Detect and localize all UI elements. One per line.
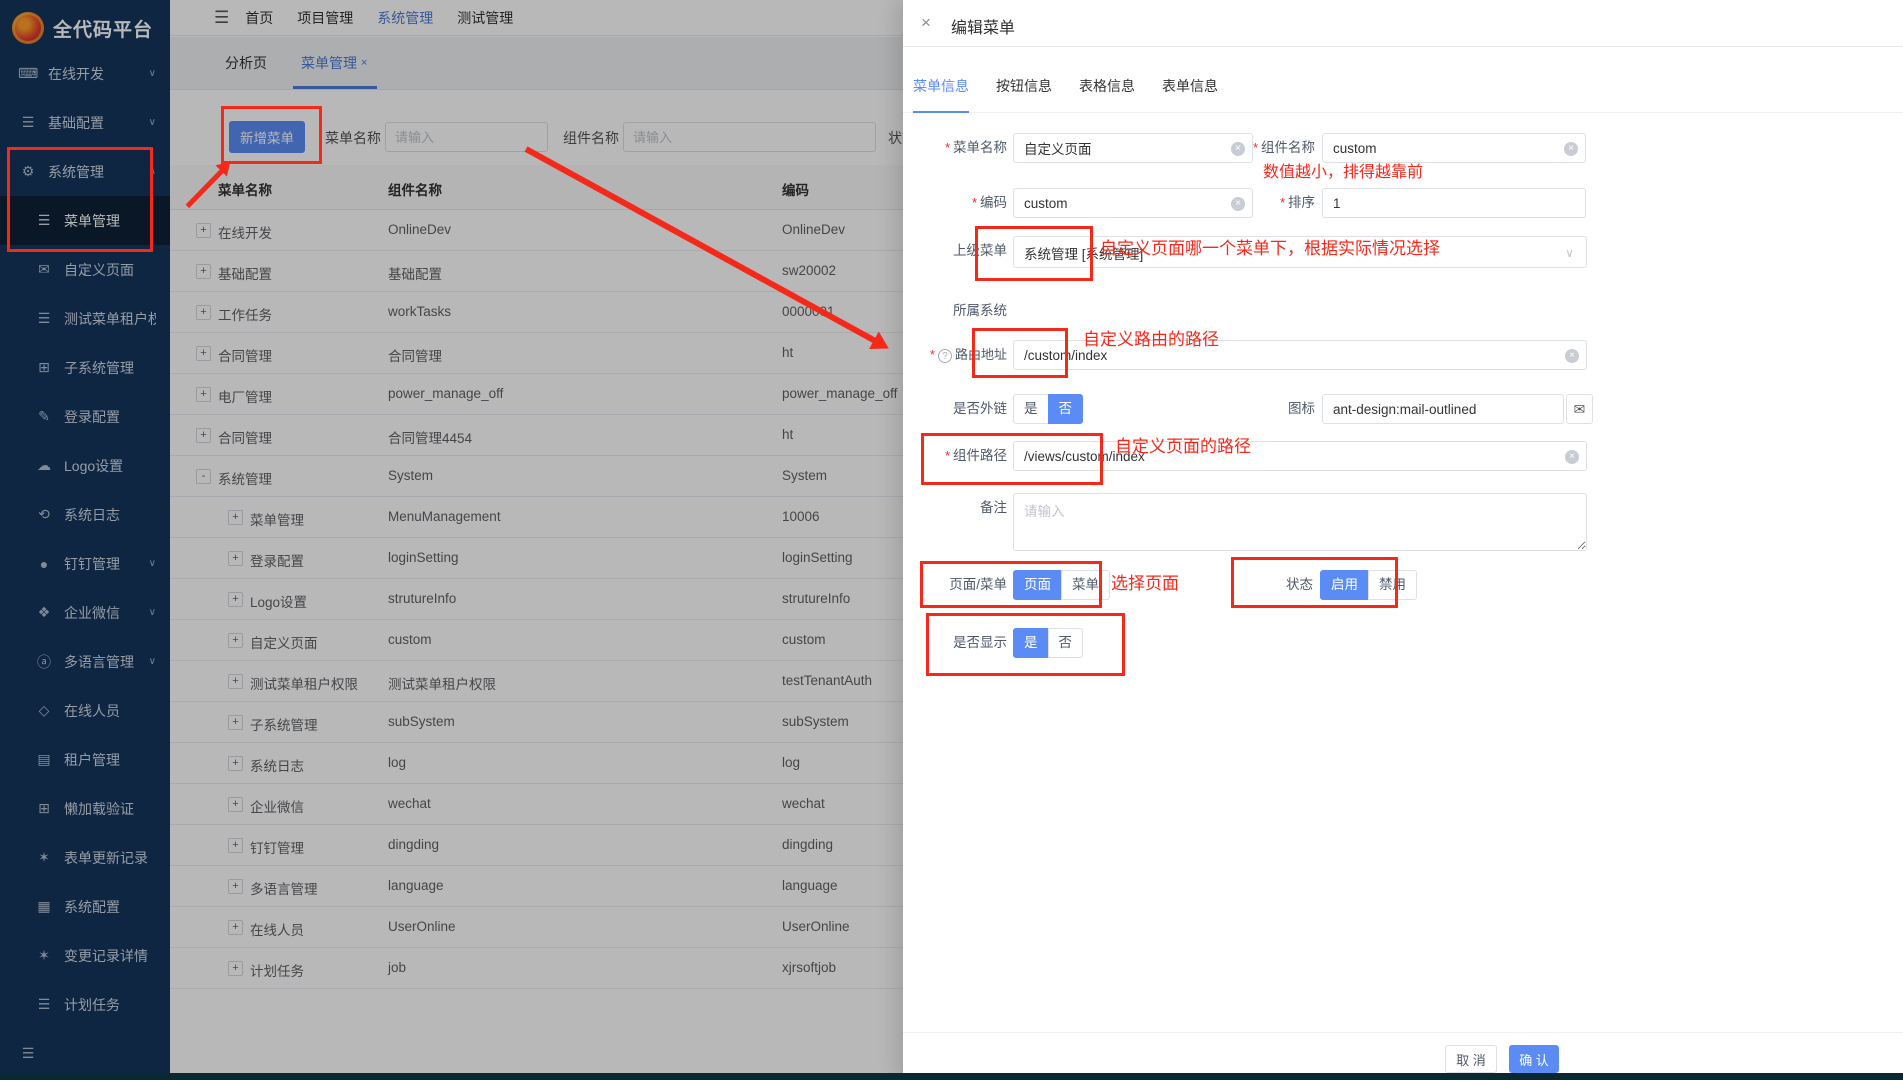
component-path-label: *组件路径 — [933, 441, 1007, 471]
segment-option[interactable]: 页面 — [1013, 570, 1062, 600]
cancel-button[interactable]: 取 消 — [1445, 1045, 1497, 1073]
drawer-tab[interactable]: 表单信息 — [1162, 60, 1218, 112]
code-label: *编码 — [933, 188, 1007, 218]
status-label: 状态 — [1253, 570, 1313, 600]
form-row: *组件路径 × — [933, 441, 1873, 473]
close-icon[interactable]: × — [921, 13, 931, 33]
page-menu-label: 页面/菜单 — [933, 570, 1007, 600]
segment-option[interactable]: 是 — [1013, 628, 1049, 658]
form-row: 是否外链 是否 图标 ✉ — [933, 394, 1873, 426]
drawer-header: × 编辑菜单 — [903, 0, 1903, 47]
form-row: 所属系统 — [933, 296, 1873, 328]
menu-name-input[interactable]: × — [1013, 133, 1253, 163]
parent-menu-label: 上级菜单 — [933, 236, 1007, 266]
visible-segmented: 是否 — [1013, 628, 1083, 658]
segment-option[interactable]: 否 — [1048, 628, 1084, 658]
drawer-tabs: 菜单信息按钮信息表格信息表单信息 — [903, 60, 1903, 113]
remark-textarea[interactable] — [1013, 493, 1587, 551]
route-input[interactable]: × — [1013, 340, 1587, 370]
form-row: 上级菜单 系统管理 [系统管理] ∨ — [933, 236, 1873, 268]
system-label: 所属系统 — [933, 296, 1007, 326]
component-name-input[interactable]: × — [1322, 133, 1586, 163]
mail-icon[interactable]: ✉ — [1566, 394, 1593, 424]
clear-icon[interactable]: × — [1564, 142, 1578, 156]
sort-label: *排序 — [1233, 188, 1315, 218]
segment-option[interactable]: 否 — [1048, 394, 1084, 424]
external-link-label: 是否外链 — [933, 394, 1007, 424]
route-label: *?路由地址 — [919, 340, 1007, 370]
status-segmented: 启用禁用 — [1320, 570, 1417, 600]
code-input[interactable]: × — [1013, 188, 1253, 218]
drawer-title: 编辑菜单 — [951, 14, 1015, 38]
icon-input[interactable] — [1322, 394, 1564, 424]
drawer-tab[interactable]: 表格信息 — [1079, 60, 1135, 112]
page-menu-segmented: 页面菜单 — [1013, 570, 1110, 600]
clear-icon[interactable]: × — [1565, 349, 1579, 363]
form-row: 备注 — [933, 493, 1873, 553]
visible-label: 是否显示 — [933, 628, 1007, 658]
chevron-down-icon: ∨ — [1565, 246, 1574, 260]
form-row: 是否显示 是否 — [933, 628, 1873, 660]
parent-menu-select[interactable]: 系统管理 [系统管理] ∨ — [1013, 236, 1587, 268]
form-row: *编码 × *排序 — [933, 188, 1873, 220]
help-icon: ? — [938, 349, 952, 363]
edit-menu-drawer: × 编辑菜单 菜单信息按钮信息表格信息表单信息 *菜单名称 × *组件名称 × … — [903, 0, 1903, 1080]
bottom-taskbar-strip — [0, 1073, 1903, 1080]
form-row: 页面/菜单 页面菜单 状态 启用禁用 — [933, 570, 1873, 602]
component-name-label: *组件名称 — [1233, 133, 1315, 163]
drawer-tab[interactable]: 菜单信息 — [913, 60, 969, 112]
remark-label: 备注 — [933, 493, 1007, 523]
parent-menu-value: 系统管理 [系统管理] — [1024, 243, 1143, 263]
segment-option[interactable]: 启用 — [1320, 570, 1369, 600]
form-row: *菜单名称 × *组件名称 × — [933, 133, 1873, 165]
drawer-mask[interactable] — [0, 0, 903, 1080]
segment-option[interactable]: 是 — [1013, 394, 1049, 424]
menu-name-label: *菜单名称 — [933, 133, 1007, 163]
sort-input[interactable] — [1322, 188, 1586, 218]
component-path-input[interactable]: × — [1013, 441, 1587, 471]
confirm-button[interactable]: 确 认 — [1509, 1045, 1559, 1073]
clear-icon[interactable]: × — [1565, 450, 1579, 464]
screen: 全代码平台 ⌨在线开发∨☰基础配置∨⚙系统管理∧☰菜单管理✉自定义页面☰测试菜单… — [0, 0, 1903, 1080]
form-row: *?路由地址 × — [933, 340, 1873, 372]
drawer-tab[interactable]: 按钮信息 — [996, 60, 1052, 112]
external-link-segmented: 是否 — [1013, 394, 1083, 424]
icon-label: 图标 — [1233, 394, 1315, 424]
segment-option[interactable]: 禁用 — [1368, 570, 1417, 600]
segment-option[interactable]: 菜单 — [1061, 570, 1110, 600]
